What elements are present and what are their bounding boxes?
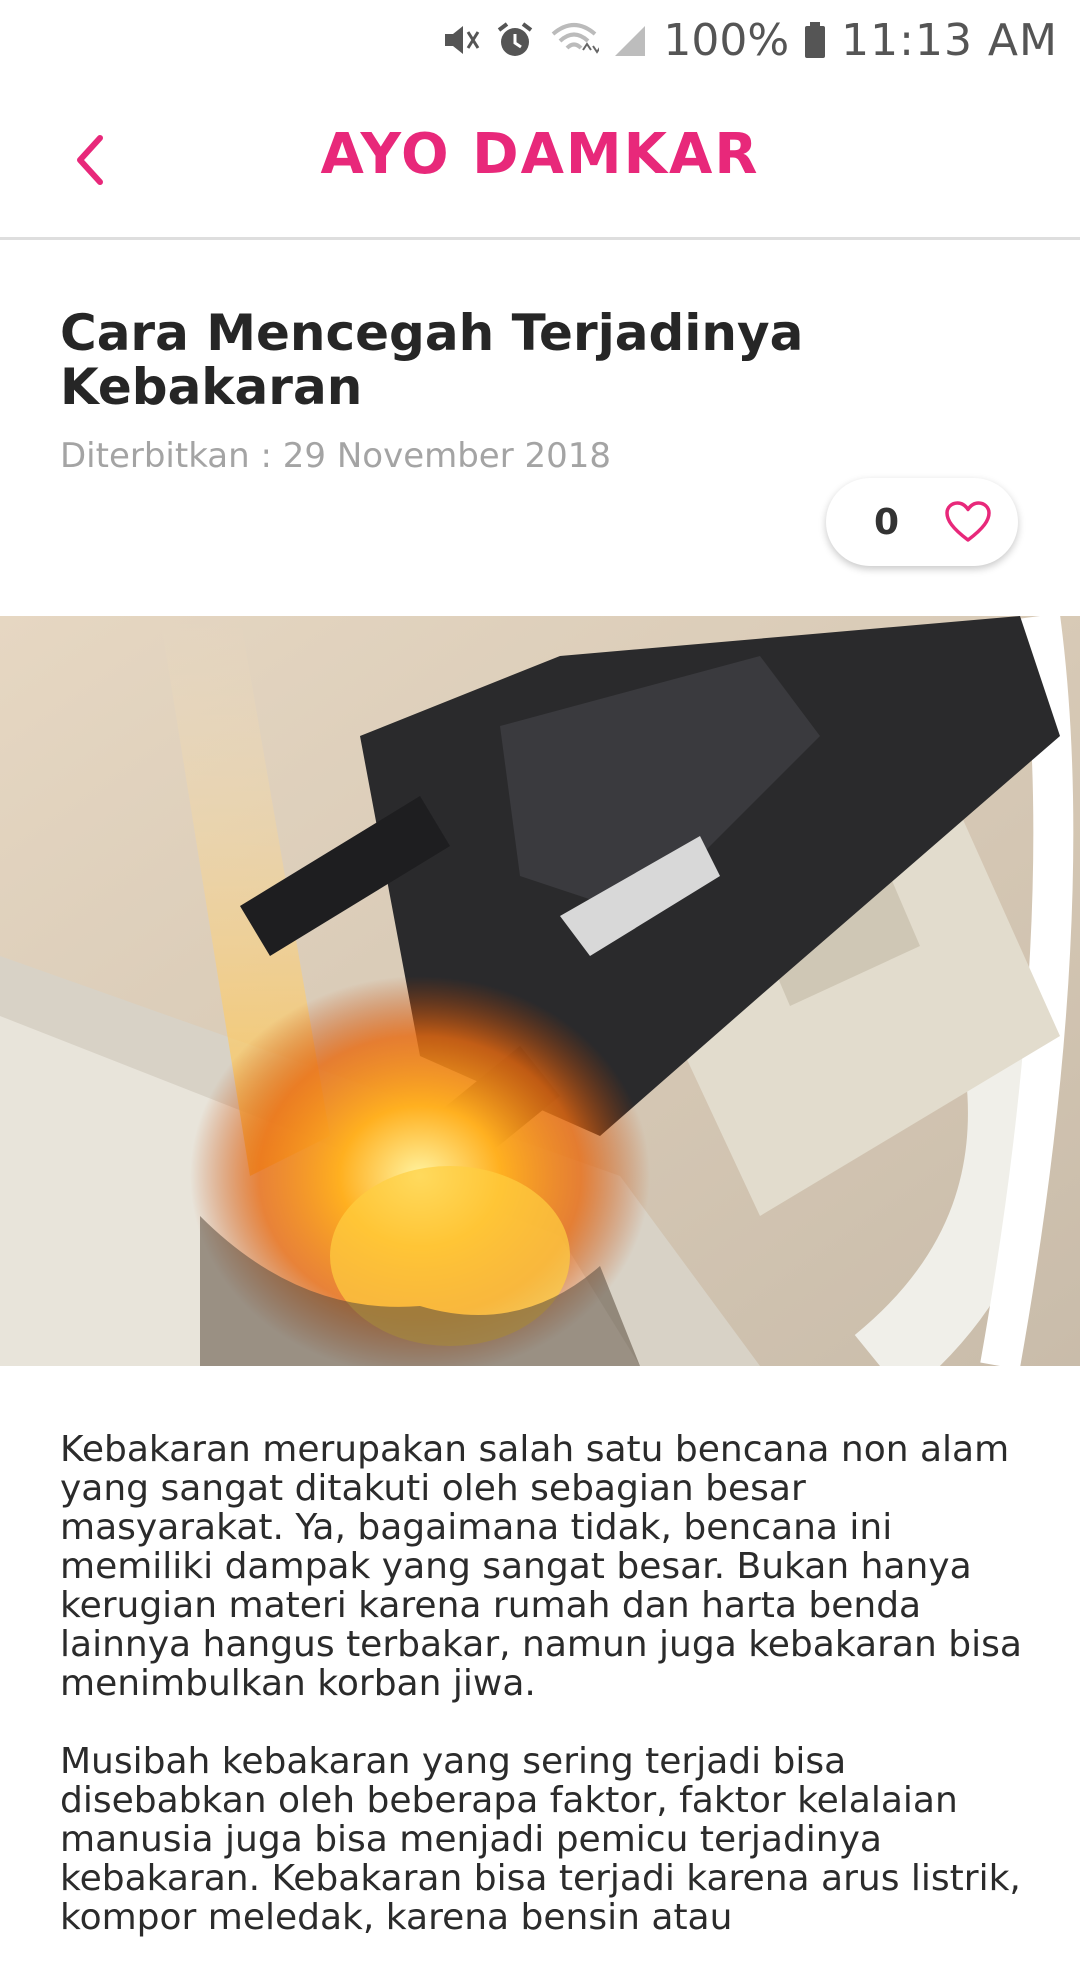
like-button[interactable]: 0 xyxy=(826,478,1018,566)
article-title: Cara Mencegah Terjadinya Kebakaran xyxy=(60,304,804,416)
clock: 11:13 AM xyxy=(841,14,1058,66)
status-bar: 100% 11:13 AM xyxy=(0,0,1080,80)
article-paragraph: Musibah kebakaran yang sering terjadi bi… xyxy=(60,1741,1021,1938)
mute-icon xyxy=(441,20,481,60)
signal-icon xyxy=(613,20,649,60)
article-paragraph: Kebakaran merupakan salah satu bencana n… xyxy=(60,1429,1022,1704)
heart-icon xyxy=(945,501,991,542)
alarm-icon xyxy=(495,20,535,60)
burning-plug-image xyxy=(0,616,1080,1366)
battery-icon xyxy=(803,20,827,60)
app-title: AYO DAMKAR xyxy=(320,122,760,187)
article-body: Kebakaran merupakan salah satu bencana n… xyxy=(60,1430,1030,1976)
like-count: 0 xyxy=(874,501,900,543)
publish-date: Diterbitkan : 29 November 2018 xyxy=(60,436,612,476)
app-header: AYO DAMKAR xyxy=(0,80,1080,240)
wifi-icon xyxy=(549,20,600,60)
battery-percentage: 100% xyxy=(663,14,790,66)
